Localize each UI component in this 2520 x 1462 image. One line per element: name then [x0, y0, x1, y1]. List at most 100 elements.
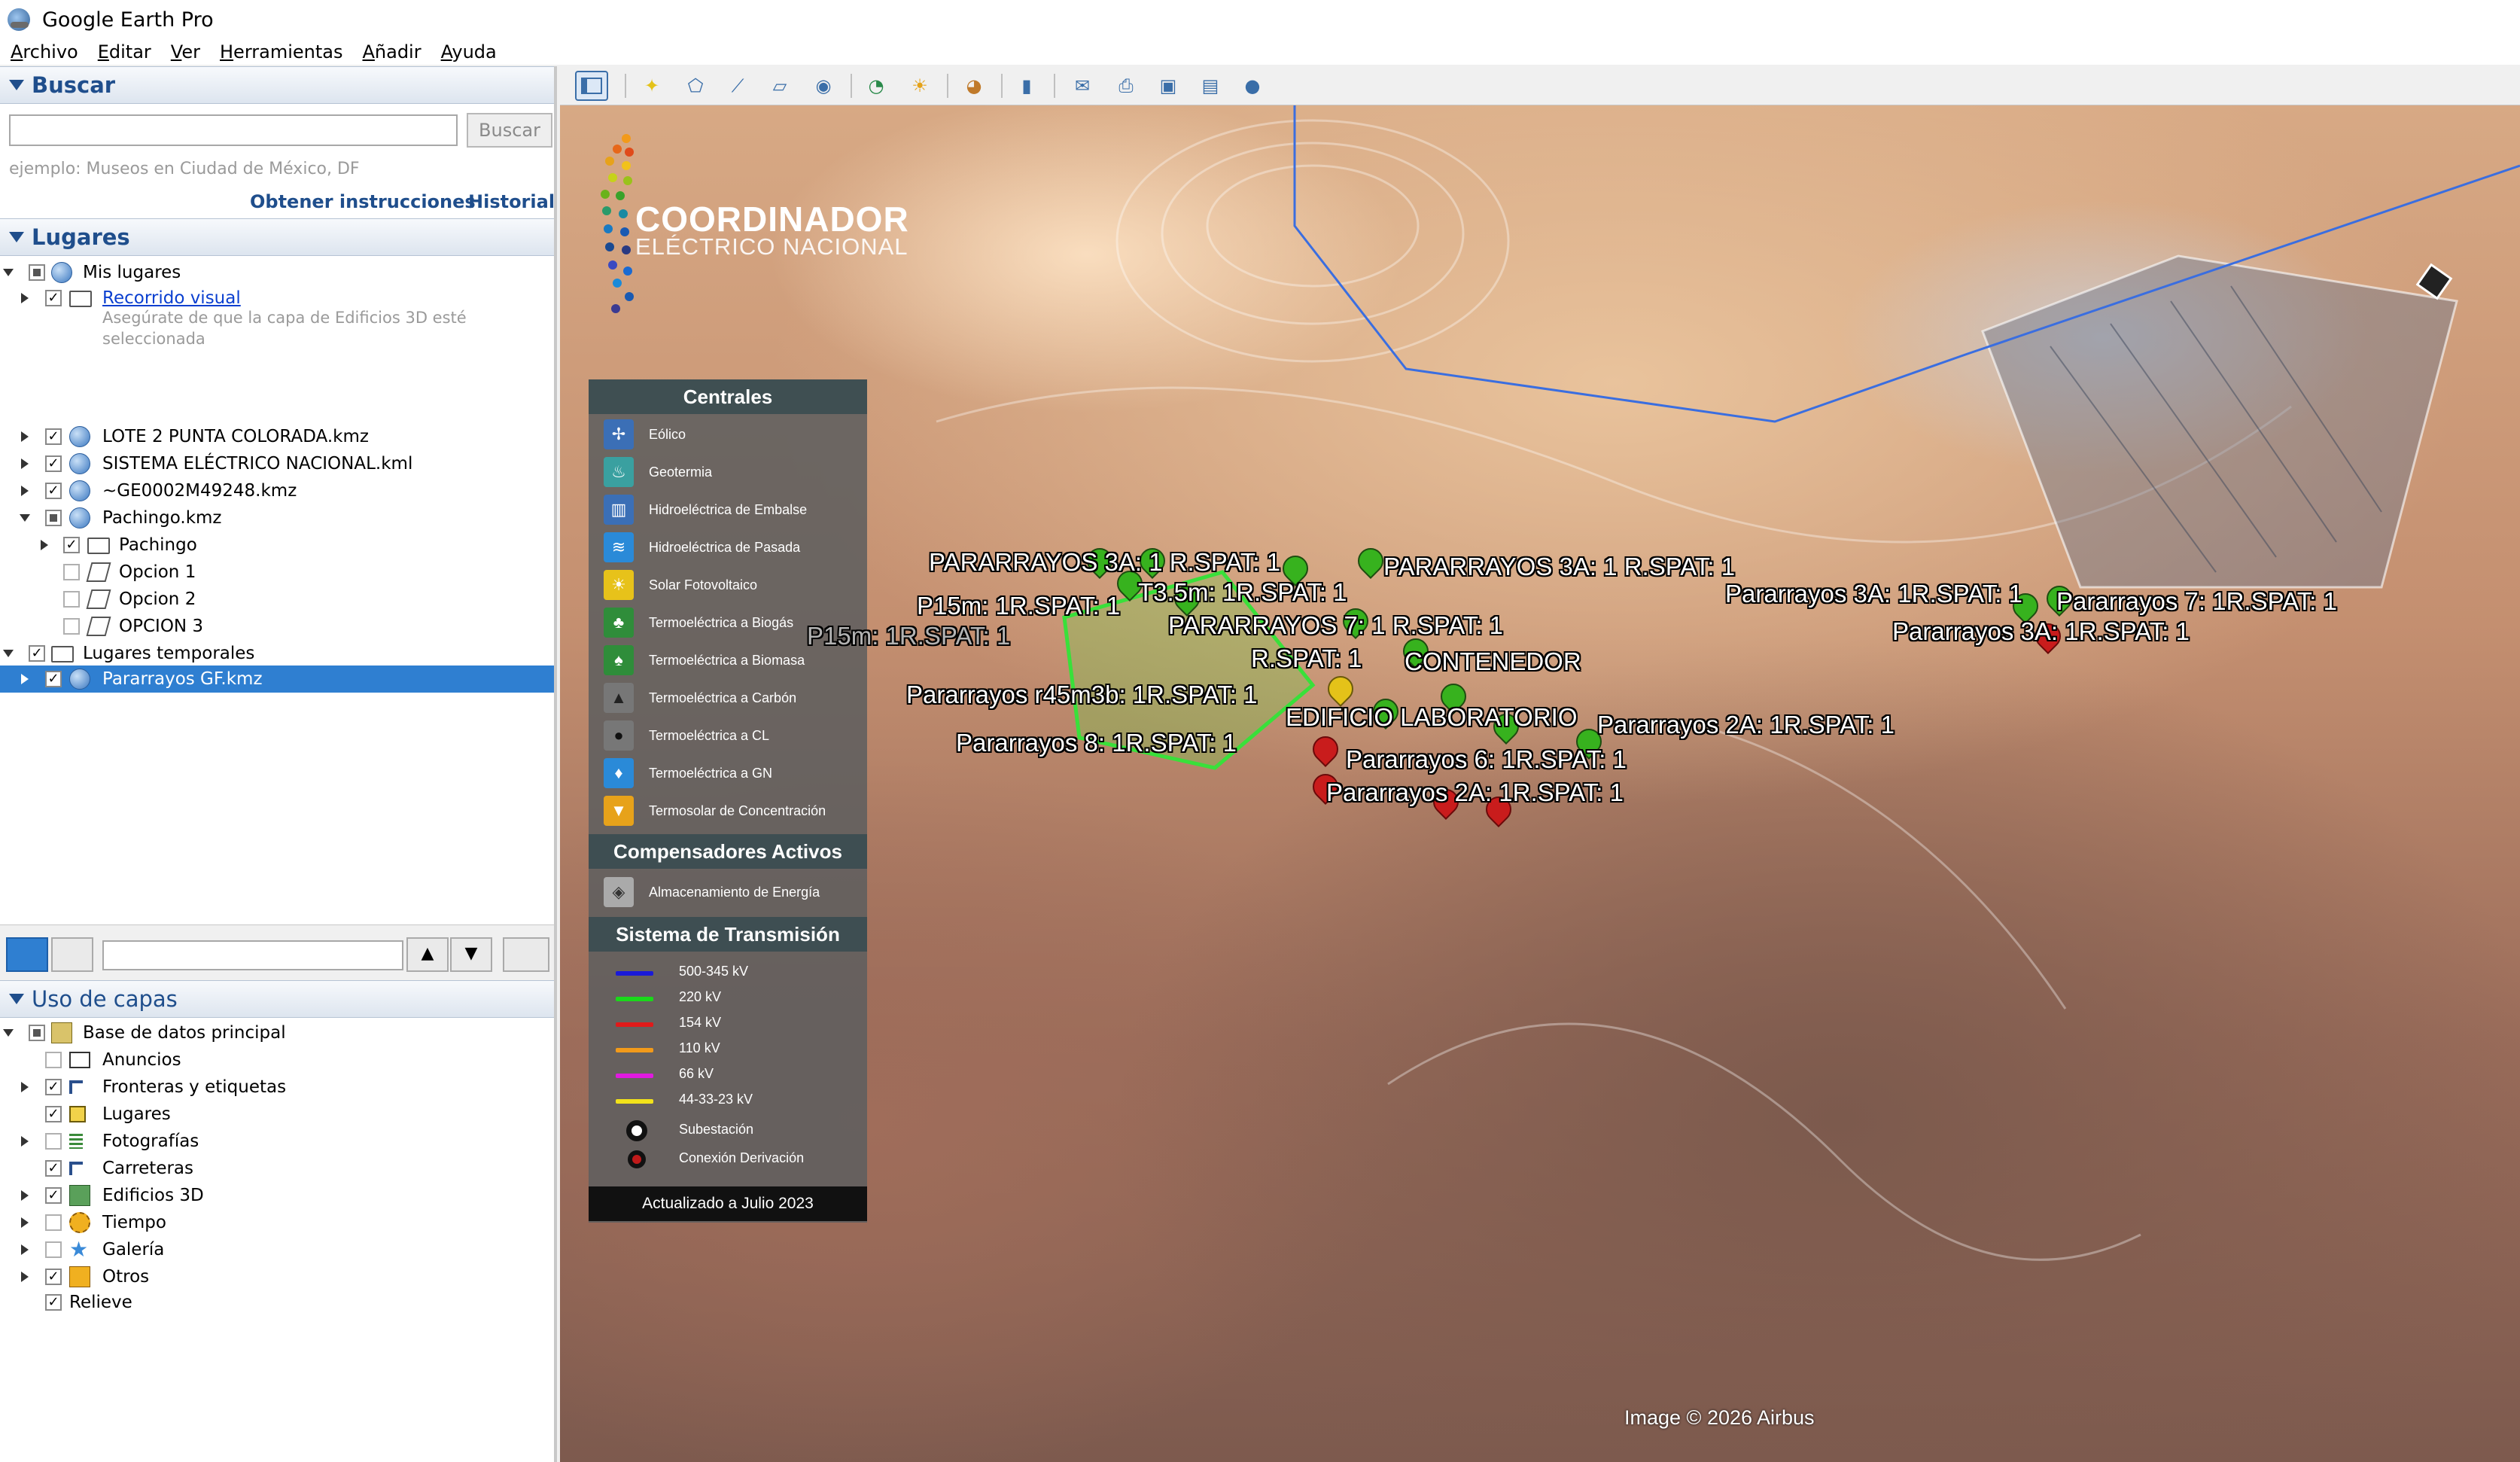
tree-item-opcion2[interactable]: Opcion 2 — [0, 586, 554, 613]
search-input[interactable] — [9, 114, 458, 146]
expand-arrow-icon[interactable] — [21, 486, 29, 496]
places-filter-input[interactable] — [102, 940, 403, 970]
expand-arrow-icon[interactable] — [21, 1082, 29, 1092]
checkbox[interactable] — [45, 1241, 62, 1258]
menu-anadir[interactable]: Añadir — [362, 41, 421, 62]
layer-galeria[interactable]: ★ Galería — [0, 1236, 554, 1263]
map-label[interactable]: Pararrayos 3A: 1R.SPAT: 1 — [1725, 580, 2022, 608]
map-label[interactable]: P15m: 1R.SPAT: 1 — [807, 622, 1010, 650]
checkbox[interactable]: ✓ — [45, 1187, 62, 1204]
email-button[interactable]: ✉ — [1066, 71, 1099, 101]
checkbox[interactable] — [45, 510, 62, 526]
add-folder-button[interactable] — [503, 937, 549, 972]
tree-item-opcion3[interactable]: OPCION 3 — [0, 613, 554, 640]
map-label[interactable]: Pararrayos 8: 1R.SPAT: 1 — [956, 729, 1237, 757]
expand-arrow-icon[interactable] — [21, 458, 29, 469]
expand-arrow-icon[interactable] — [21, 1136, 29, 1147]
view-in-maps-button[interactable]: ● — [1236, 71, 1269, 101]
map-label[interactable]: EDIFICIO LABORATORIO — [1286, 703, 1578, 732]
places-section-header[interactable]: Lugares — [0, 218, 554, 256]
tree-item-pachingo-folder[interactable]: ✓ Pachingo — [0, 531, 554, 559]
tree-item-sistema-electrico[interactable]: ✓ SISTEMA ELÉCTRICO NACIONAL.kml — [0, 450, 554, 477]
tree-item-lote2[interactable]: ✓ LOTE 2 PUNTA COLORADA.kmz — [0, 423, 554, 450]
layer-lugares[interactable]: ✓ Lugares — [0, 1101, 554, 1128]
checkbox[interactable]: ✓ — [45, 290, 62, 306]
collapse-arrow-icon[interactable] — [20, 514, 30, 522]
print-button[interactable]: ⎙ — [1109, 71, 1143, 101]
checkbox[interactable] — [29, 264, 45, 281]
collapse-arrow-icon[interactable] — [3, 650, 14, 657]
checkbox[interactable]: ✓ — [63, 537, 80, 553]
movie-maker-button[interactable]: ▤ — [1194, 71, 1227, 101]
expand-arrow-icon[interactable] — [21, 431, 29, 442]
expand-arrow-icon[interactable] — [21, 674, 29, 684]
history-link[interactable]: Historial — [468, 191, 555, 212]
checkbox[interactable] — [63, 591, 80, 608]
expand-arrow-icon[interactable] — [21, 1217, 29, 1228]
switch-planet-button[interactable]: ◕ — [957, 71, 991, 101]
layer-otros[interactable]: ✓ Otros — [0, 1263, 554, 1290]
map-label[interactable]: Pararrayos 2A: 1R.SPAT: 1 — [1597, 711, 1895, 739]
layer-fronteras[interactable]: ✓ Fronteras y etiquetas — [0, 1074, 554, 1101]
get-directions-link[interactable]: Obtener instrucciones — [250, 191, 476, 212]
map-label[interactable]: R.SPAT: 1 — [1251, 644, 1362, 673]
checkbox[interactable] — [45, 1133, 62, 1150]
collapse-triangle-icon[interactable] — [9, 994, 24, 1004]
menu-archivo[interactable]: Archivo — [11, 41, 78, 62]
checkbox[interactable] — [45, 1214, 62, 1231]
tree-item-mis-lugares[interactable]: Mis lugares — [0, 259, 554, 286]
collapse-arrow-icon[interactable] — [3, 269, 14, 276]
add-overlay-button[interactable]: ▱ — [763, 71, 796, 101]
expand-arrow-icon[interactable] — [21, 1190, 29, 1201]
search-section-header[interactable]: Buscar — [0, 66, 554, 104]
map-label[interactable]: PARARRAYOS 3A: 1 R.SPAT: 1 — [929, 548, 1280, 577]
sidebar-toggle-button[interactable] — [575, 71, 608, 101]
checkbox[interactable]: ✓ — [45, 1294, 62, 1311]
map-view[interactable]: ✦ ⬠ ⟋ ▱ ◉ ◔ ☀ ◕ ▮ ✉ ⎙ ▣ ▤ ● COORDINADOR … — [560, 66, 2520, 1462]
layer-tiempo[interactable]: Tiempo — [0, 1209, 554, 1236]
checkbox[interactable]: ✓ — [45, 455, 62, 472]
checkbox[interactable]: ✓ — [45, 483, 62, 499]
expand-arrow-icon[interactable] — [21, 1272, 29, 1282]
expand-arrow-icon[interactable] — [21, 1244, 29, 1255]
expand-arrow-icon[interactable] — [21, 293, 29, 303]
tour-link[interactable]: Recorrido visual — [102, 288, 241, 308]
checkbox[interactable]: ✓ — [45, 1079, 62, 1095]
collapse-arrow-icon[interactable] — [3, 1029, 14, 1037]
tree-item-pachingo-kmz[interactable]: Pachingo.kmz — [0, 504, 554, 531]
add-placemark-button[interactable]: ✦ — [635, 71, 668, 101]
checkbox[interactable]: ✓ — [45, 1269, 62, 1285]
tree-item-ge0002[interactable]: ✓ ~GE0002M49248.kmz — [0, 477, 554, 504]
menu-ayuda[interactable]: Ayuda — [441, 41, 497, 62]
move-down-button[interactable]: ▼ — [450, 937, 492, 972]
expand-arrow-icon[interactable] — [41, 540, 48, 550]
map-label[interactable]: Pararrayos r45m3b: 1R.SPAT: 1 — [906, 681, 1257, 709]
map-label[interactable]: P15m: 1R.SPAT: 1 — [917, 592, 1120, 620]
menu-ver[interactable]: Ver — [171, 41, 200, 62]
add-path-button[interactable]: ⟋ — [721, 71, 754, 101]
add-polygon-button[interactable]: ⬠ — [679, 71, 712, 101]
checkbox[interactable] — [45, 1052, 62, 1068]
checkbox[interactable] — [63, 618, 80, 635]
search-places-button[interactable] — [6, 937, 48, 972]
search-button[interactable]: Buscar — [467, 113, 552, 148]
checkbox[interactable]: ✓ — [45, 428, 62, 445]
save-image-button[interactable]: ▣ — [1152, 71, 1185, 101]
layer-fotografias[interactable]: Fotografías — [0, 1128, 554, 1155]
map-label[interactable]: Pararrayos 3A: 1R.SPAT: 1 — [1892, 617, 2190, 646]
layer-carreteras[interactable]: ✓ Carreteras — [0, 1155, 554, 1182]
tree-item-lugares-temporales[interactable]: ✓ Lugares temporales — [0, 640, 554, 667]
checkbox[interactable]: ✓ — [45, 1106, 62, 1122]
checkbox[interactable]: ✓ — [29, 645, 45, 662]
ruler-button[interactable]: ▮ — [1010, 71, 1043, 101]
sunlight-button[interactable]: ☀ — [903, 71, 936, 101]
checkbox[interactable] — [29, 1025, 45, 1041]
menu-editar[interactable]: Editar — [98, 41, 151, 62]
map-label[interactable]: Pararrayos 7: 1R.SPAT: 1 — [2056, 587, 2337, 616]
tree-item-pararrayos-gf[interactable]: ✓ Pararrayos GF.kmz — [0, 666, 554, 693]
collapse-triangle-icon[interactable] — [9, 232, 24, 242]
map-label[interactable]: CONTENEDOR — [1405, 647, 1581, 676]
layer-edificios-3d[interactable]: ✓ Edificios 3D — [0, 1182, 554, 1209]
map-label[interactable]: Pararrayos 6: 1R.SPAT: 1 — [1346, 745, 1627, 774]
move-up-button[interactable]: ▲ — [406, 937, 449, 972]
